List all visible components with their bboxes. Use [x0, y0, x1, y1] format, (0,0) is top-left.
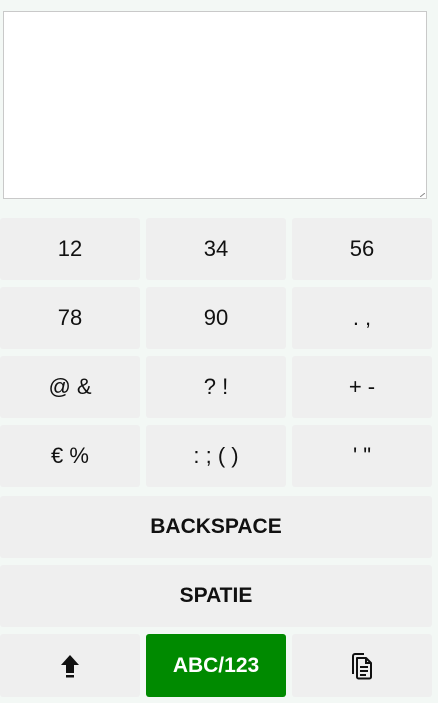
key-euro-percent[interactable]: € %	[0, 425, 140, 487]
copy-paste-icon	[352, 652, 372, 679]
key-90[interactable]: 90	[146, 287, 286, 349]
backspace-button[interactable]: BACKSPACE	[0, 496, 432, 558]
arrow-up-icon	[61, 654, 79, 677]
key-period-comma[interactable]: . ,	[292, 287, 432, 349]
key-56[interactable]: 56	[292, 218, 432, 280]
mode-toggle-button[interactable]: ABC/123	[146, 634, 286, 697]
resize-grip-icon[interactable]	[420, 193, 425, 197]
key-question-exclamation[interactable]: ? !	[146, 356, 286, 418]
key-plus-minus[interactable]: + -	[292, 356, 432, 418]
key-34[interactable]: 34	[146, 218, 286, 280]
key-at-ampersand[interactable]: @ &	[0, 356, 140, 418]
key-quotes[interactable]: ' "	[292, 425, 432, 487]
key-12[interactable]: 12	[0, 218, 140, 280]
space-button[interactable]: SPATIE	[0, 565, 432, 627]
shift-button[interactable]	[0, 634, 140, 697]
key-colon-semicolon-parens[interactable]: : ; ( )	[146, 425, 286, 487]
text-input-area[interactable]	[3, 11, 427, 199]
key-78[interactable]: 78	[0, 287, 140, 349]
paste-button[interactable]	[292, 634, 432, 697]
